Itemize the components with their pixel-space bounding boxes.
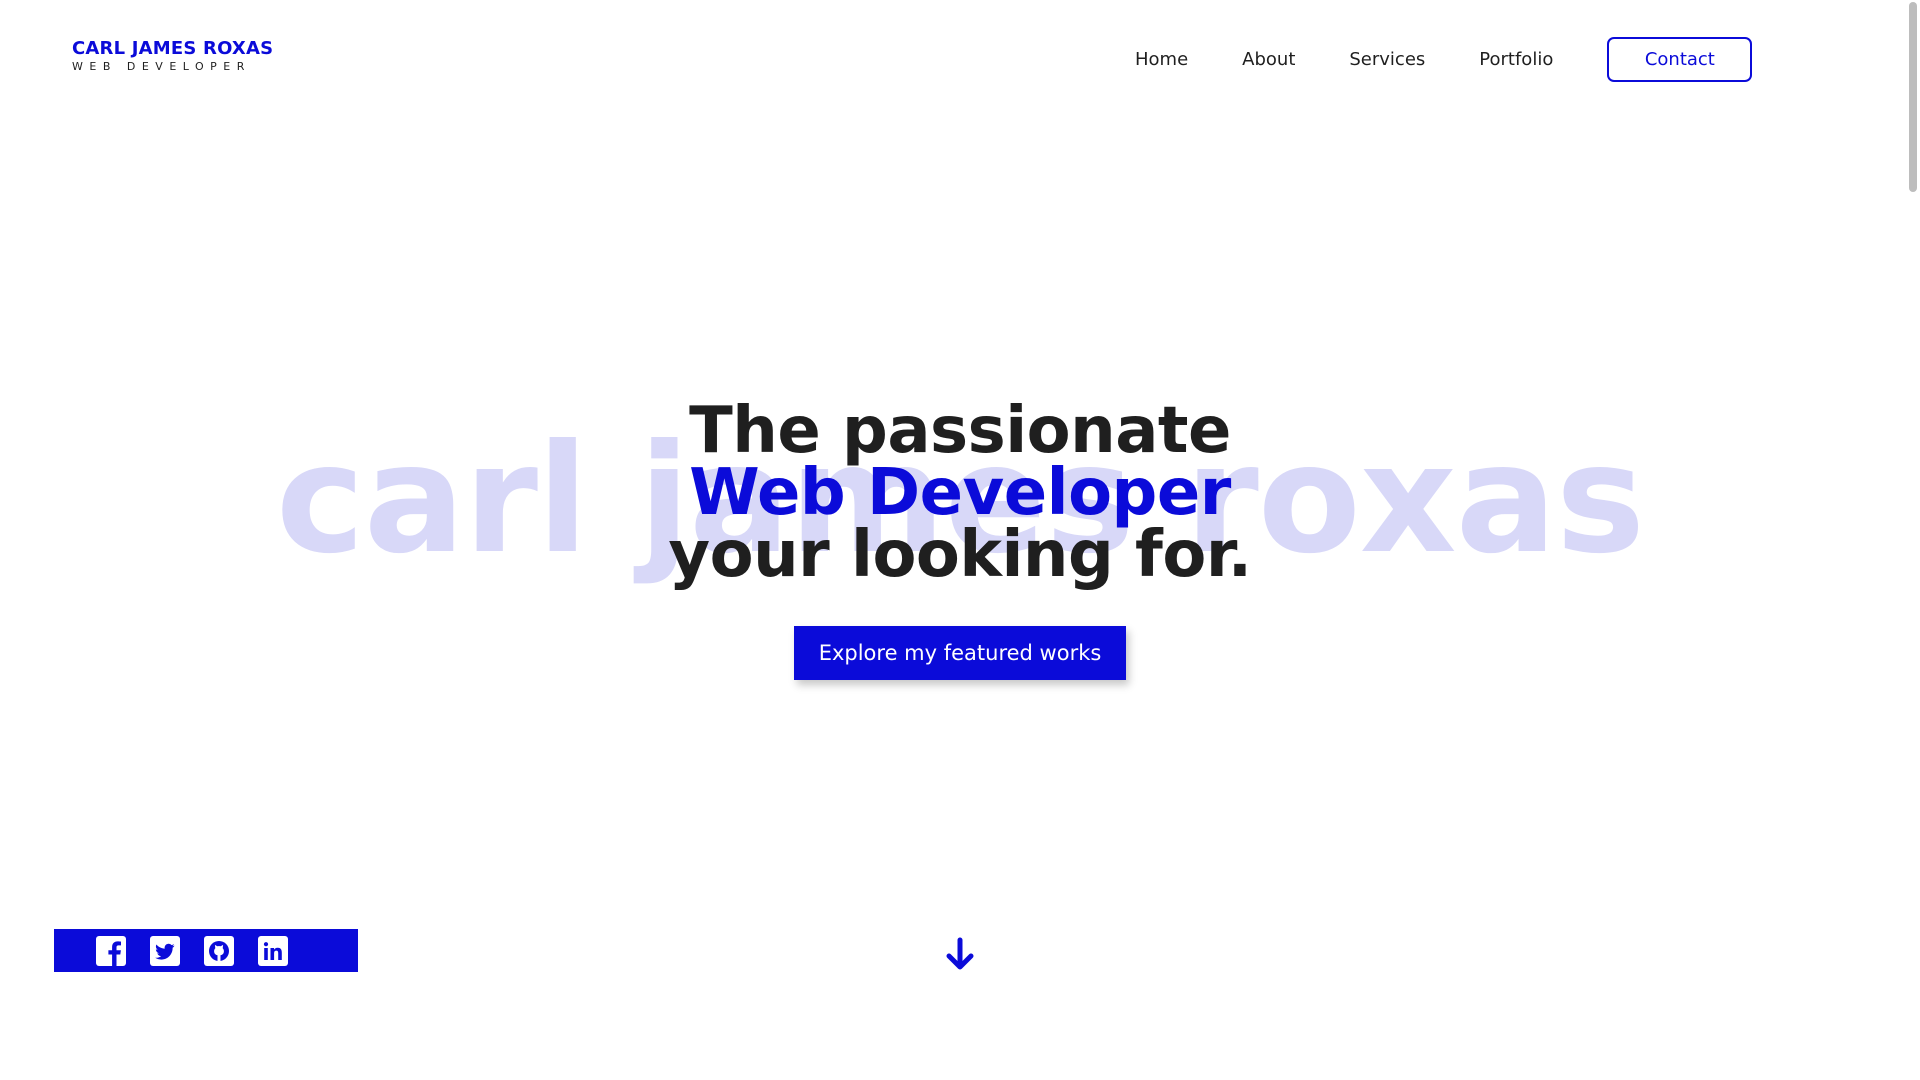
- page: CARL JAMES ROXAS WEB DEVELOPER Home Abou…: [0, 0, 1920, 1080]
- explore-works-button[interactable]: Explore my featured works: [794, 626, 1126, 680]
- github-icon: [204, 935, 234, 966]
- linkedin-icon: [258, 935, 288, 966]
- facebook-link[interactable]: [96, 935, 126, 966]
- hero-line-2: Web Developer: [689, 456, 1231, 530]
- github-link[interactable]: [204, 935, 234, 966]
- scroll-down-button[interactable]: [942, 936, 978, 972]
- hero-line-3: your looking for.: [668, 518, 1252, 592]
- hero-line-1: The passionate: [689, 394, 1231, 468]
- logo[interactable]: CARL JAMES ROXAS WEB DEVELOPER: [72, 38, 274, 73]
- page-scrollbar[interactable]: [1906, 0, 1920, 1080]
- social-bar: [54, 929, 358, 972]
- twitter-icon: [150, 935, 180, 966]
- scrollbar-thumb[interactable]: [1909, 2, 1917, 192]
- arrow-down-icon: [946, 937, 974, 970]
- nav-home-link[interactable]: Home: [1135, 49, 1188, 70]
- nav-contact-button[interactable]: Contact: [1607, 37, 1753, 82]
- main-nav: Home About Services Portfolio Contact: [1135, 37, 1753, 82]
- facebook-icon: [96, 935, 126, 966]
- hero-headline: The passionate Web Developer your lookin…: [0, 394, 1920, 592]
- nav-services-link[interactable]: Services: [1349, 49, 1425, 70]
- logo-tagline: WEB DEVELOPER: [72, 60, 251, 73]
- logo-name: CARL JAMES ROXAS: [72, 38, 274, 59]
- twitter-link[interactable]: [150, 935, 180, 966]
- nav-portfolio-link[interactable]: Portfolio: [1479, 49, 1553, 70]
- nav-about-link[interactable]: About: [1242, 49, 1295, 70]
- linkedin-link[interactable]: [258, 935, 288, 966]
